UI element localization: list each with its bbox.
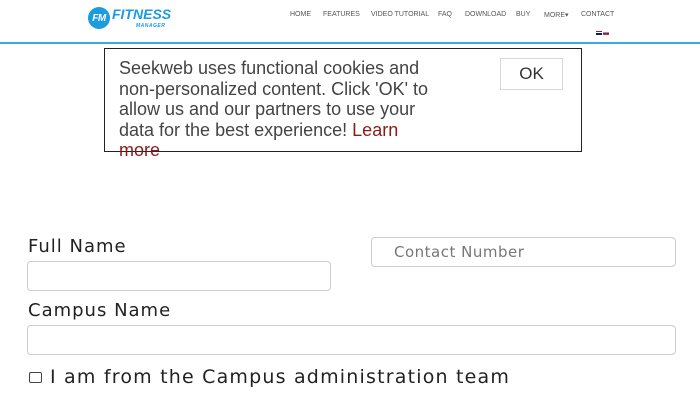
nav-features[interactable]: FEATURES xyxy=(323,11,360,18)
nav-contact[interactable]: CONTACT xyxy=(581,11,614,18)
language-selector xyxy=(596,31,610,36)
campus-name-input[interactable] xyxy=(27,325,676,355)
full-name-input[interactable] xyxy=(27,261,331,291)
cookie-ok-button[interactable]: OK xyxy=(500,58,563,90)
nav-faq[interactable]: FAQ xyxy=(438,11,452,18)
nav-download[interactable]: DOWNLOAD xyxy=(465,11,506,18)
cookie-message: Seekweb uses functional cookies and non-… xyxy=(119,58,437,161)
site-header: FM FITNESS MANAGER HOME FEATURES VIDEO T… xyxy=(0,0,700,44)
admin-checkbox[interactable] xyxy=(29,372,42,383)
admin-checkbox-label[interactable]: I am from the Campus administration team xyxy=(50,366,510,388)
contact-number-input[interactable] xyxy=(371,237,676,267)
nav-home[interactable]: HOME xyxy=(290,11,311,18)
logo-tagline: MANAGER xyxy=(136,23,166,29)
nav-buy[interactable]: BUY xyxy=(516,11,530,18)
english-flag-icon[interactable] xyxy=(596,31,602,35)
logo-name: FITNESS xyxy=(112,6,172,22)
language-flag-icon[interactable] xyxy=(603,31,609,35)
nav-video-tutorial[interactable]: VIDEO TUTORIAL xyxy=(371,11,429,18)
campus-name-label: Campus Name xyxy=(28,300,172,321)
logo-badge: FM xyxy=(88,7,110,29)
full-name-label: Full Name xyxy=(28,236,127,257)
nav-more-dropdown[interactable]: MORE▾ xyxy=(544,11,569,19)
